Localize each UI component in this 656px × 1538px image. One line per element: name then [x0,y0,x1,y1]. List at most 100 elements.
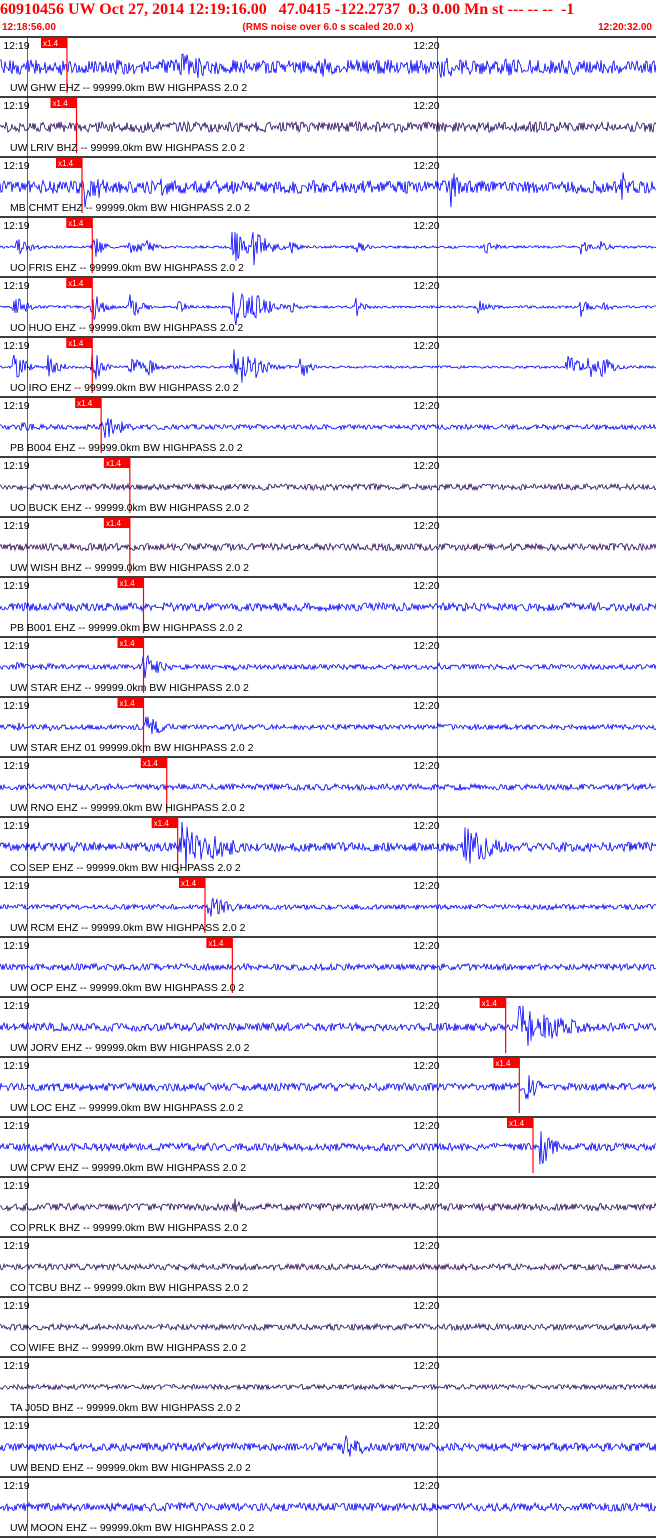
channel-label: CO TCBU BHZ -- 99999.0km BW HIGHPASS 2.0… [10,1282,248,1294]
time-tick-label: 12:20 [413,880,439,892]
trace-pane: 12:19 12:20 x1.4 UW STAR EHZ 01 99999.0km B… [0,696,656,757]
time-tick-label: 12:19 [3,1480,29,1492]
seismic-trace [0,292,656,326]
time-tick-label: 12:20 [413,340,439,352]
channel-label: UW MOON EHZ -- 99999.0km BW HIGHPASS 2.0… [10,1522,254,1534]
time-tick-label: 12:19 [3,760,29,772]
trace-pane: 12:19 12:20 TA J05D BHZ -- 99999.0km BW HI… [0,1356,656,1417]
trace-pane: 12:19 12:20 x1.4 UO FRIS EHZ -- 99999.0km B… [0,216,656,277]
time-tick-label: 12:20 [413,640,439,652]
time-tick-label: 12:20 [413,1420,439,1432]
channel-label: UW GHW EHZ -- 99999.0km BW HIGHPASS 2.0 … [10,82,247,94]
trace-pane: 12:19 12:20 x1.4 UW JORV EHZ -- 99999.0km B… [0,996,656,1057]
pick-label: x1.4 [154,819,170,828]
trace-pane: 12:19 12:20 x1.4 UW LOC EHZ -- 99999.0km BW… [0,1056,656,1117]
time-tick-label: 12:20 [413,760,439,772]
time-tick-label: 12:19 [3,100,29,112]
seismic-trace [0,1198,656,1213]
pick-label: x1.4 [482,999,498,1008]
trace-pane: 12:19 12:20 CO PRLK BHZ -- 99999.0km BW HI… [0,1176,656,1237]
trace-pane: 12:19 12:20 x1.4 UO IRO EHZ -- 99999.0km BW… [0,336,656,397]
seismic-trace [0,1262,656,1272]
trace-pane: 12:19 12:20 x1.4 UO BUCK EHZ -- 99999.0km B… [0,456,656,517]
seismic-trace [0,601,656,613]
time-tick-label: 12:20 [413,580,439,592]
channel-label: UW WISH BHZ -- 99999.0km BW HIGHPASS 2.0… [10,562,249,574]
channel-label: UW CPW EHZ -- 99999.0km BW HIGHPASS 2.0 … [10,1162,246,1174]
channel-label: UW LOC EHZ -- 99999.0km BW HIGHPASS 2.0 … [10,1102,243,1114]
seismic-trace [0,1322,656,1332]
time-tick-label: 12:19 [3,820,29,832]
trace-pane: 12:19 12:20 x1.4 MB CHMT EHZ -- 99999.0km B… [0,156,656,217]
time-tick-label: 12:20 [413,520,439,532]
channel-label: UO IRO EHZ -- 99999.0km BW HIGHPASS 2.0 … [10,382,239,394]
time-tick-label: 12:20 [413,1120,439,1132]
time-tick-label: 12:19 [3,400,29,412]
time-tick-label: 12:20 [413,280,439,292]
channel-label: MB CHMT EHZ -- 99999.0km BW HIGHPASS 2.0… [10,202,250,214]
trace-pane: 12:19 12:20 UW MOON EHZ -- 99999.0km BW HI… [0,1476,656,1537]
time-tick-label: 12:19 [3,940,29,952]
trace-pane: 12:19 12:20 x1.4 PB B001 EHZ -- 99999.0km B… [0,576,656,637]
time-tick-label: 12:20 [413,220,439,232]
trace-pane: 12:19 12:20 x1.4 UO HUO EHZ -- 99999.0km BW… [0,276,656,337]
trace-pane: 12:19 12:20 x1.4 UW OCP EHZ -- 99999.0km BW… [0,936,656,997]
trace-pane: 12:19 12:20 x1.4 UW RNO EHZ -- 99999.0km BW… [0,756,656,817]
channel-label: CO SEP EHZ -- 99999.0km BW HIGHPASS 2.0 … [10,862,241,874]
seismic-trace [0,716,656,735]
time-tick-label: 12:19 [3,340,29,352]
trace-pane: 12:19 12:20 x1.4 UW GHW EHZ -- 99999.0km BW… [0,36,656,97]
channel-label: CO PRLK BHZ -- 99999.0km BW HIGHPASS 2.0… [10,1222,247,1234]
trace-pane: 12:19 12:20 x1.4 UW CPW EHZ -- 99999.0km BW… [0,1116,656,1177]
seismic-trace [0,349,656,383]
pick-label: x1.4 [208,939,224,948]
channel-label: UO HUO EHZ -- 99999.0km BW HIGHPASS 2.0 … [10,322,243,334]
trace-pane: 12:19 12:20 x1.4 PB B004 EHZ -- 99999.0km B… [0,396,656,457]
seismic-trace [0,120,656,134]
pick-label: x1.4 [120,579,136,588]
time-tick-label: 12:20 [413,1060,439,1072]
pick-label: x1.4 [77,399,93,408]
pick-label: x1.4 [495,1059,511,1068]
pick-label: x1.4 [43,39,59,48]
seismic-trace [0,418,656,439]
time-tick-label: 12:19 [3,1000,29,1012]
seismic-trace [0,897,656,917]
time-tick-label: 12:20 [413,1000,439,1012]
trace-pane: 12:19 12:20 x1.4 UW STAR EHZ -- 99999.0km B… [0,636,656,697]
pick-label: x1.4 [120,699,136,708]
time-tick-label: 12:19 [3,700,29,712]
time-tick-label: 12:20 [413,40,439,52]
channel-label: UW JORV EHZ -- 99999.0km BW HIGHPASS 2.0… [10,1042,250,1054]
time-tick-label: 12:19 [3,280,29,292]
channel-label: UO FRIS EHZ -- 99999.0km BW HIGHPASS 2.0… [10,262,244,274]
seismic-trace [0,231,656,266]
time-tick-label: 12:20 [413,400,439,412]
time-tick-label: 12:19 [3,1300,29,1312]
channel-label: UO BUCK EHZ -- 99999.0km BW HIGHPASS 2.0… [10,502,249,514]
time-tick-label: 12:20 [413,820,439,832]
time-tick-label: 12:20 [413,100,439,112]
pick-label: x1.4 [58,159,74,168]
seismic-trace [0,782,656,792]
time-tick-label: 12:19 [3,460,29,472]
channel-label: UW STAR EHZ -- 99999.0km BW HIGHPASS 2.0… [10,682,249,694]
pick-label: x1.4 [68,279,84,288]
trace-pane: 12:19 12:20 UW BEND EHZ -- 99999.0km BW HI… [0,1416,656,1477]
time-tick-label: 12:19 [3,1240,29,1252]
time-tick-label: 12:19 [3,880,29,892]
channel-label: PB B004 EHZ -- 99999.0km BW HIGHPASS 2.0… [10,442,243,454]
channel-label: UW BEND EHZ -- 99999.0km BW HIGHPASS 2.0… [10,1462,251,1474]
trace-pane: 12:19 12:20 x1.4 UW LRIV BHZ -- 99999.0km B… [0,96,656,157]
channel-label: UW LRIV BHZ -- 99999.0km BW HIGHPASS 2.0… [10,142,245,154]
seismic-trace [0,482,656,492]
time-tick-label: 12:19 [3,1120,29,1132]
time-tick-label: 12:20 [413,460,439,472]
pick-label: x1.4 [181,879,197,888]
pick-label: x1.4 [509,1119,525,1128]
channel-label: TA J05D BHZ -- 99999.0km BW HIGHPASS 2.0… [10,1402,241,1414]
time-tick-label: 12:20 [413,940,439,952]
channel-label: UW RNO EHZ -- 99999.0km BW HIGHPASS 2.0 … [10,802,245,814]
seismic-trace [0,962,656,972]
trace-pane: 12:19 12:20 x1.4 UW WISH BHZ -- 99999.0km B… [0,516,656,577]
